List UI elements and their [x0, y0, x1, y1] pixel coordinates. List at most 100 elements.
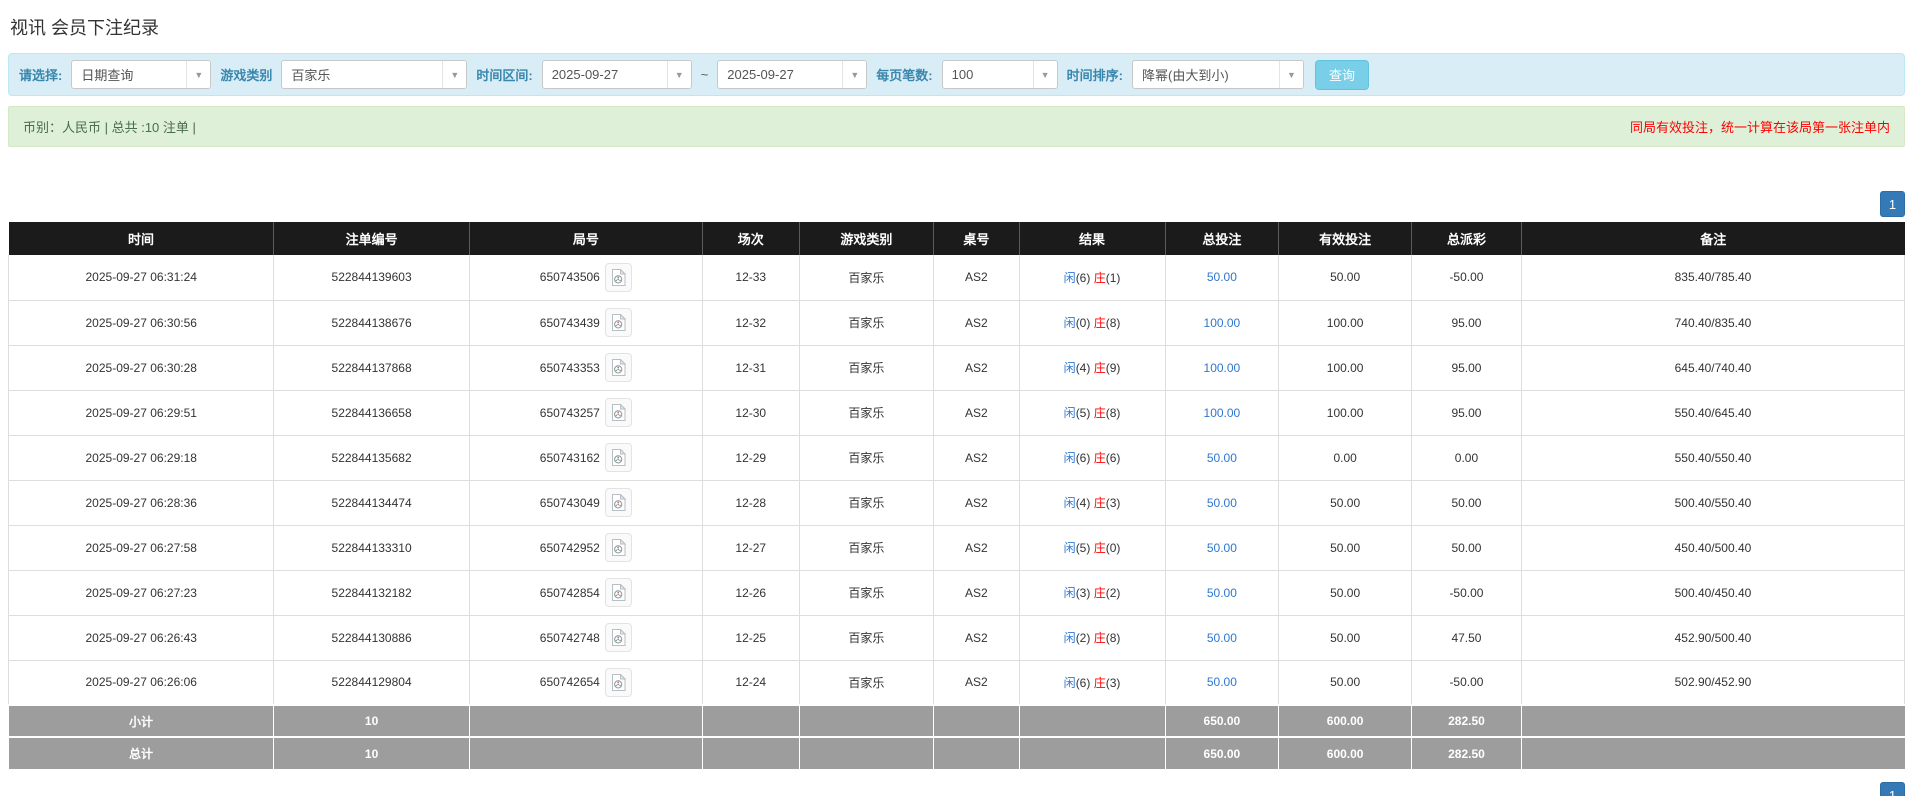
total-bet-link[interactable]: 50.00 [1207, 496, 1237, 510]
col-header-result: 结果 [1019, 222, 1165, 255]
cell-bet-id: 522844132182 [274, 570, 469, 615]
cell-table: AS2 [934, 255, 1019, 300]
total-bet-link[interactable]: 50.00 [1207, 675, 1237, 689]
subtotal-row-game-type [799, 705, 934, 737]
sort-order-label: 时间排序: [1067, 65, 1123, 84]
result-banker-count: (8) [1106, 631, 1121, 645]
cell-time: 2025-09-27 06:26:06 [9, 660, 274, 705]
date-to-select[interactable]: 2025-09-27 ▼ [717, 60, 867, 89]
query-type-select[interactable]: 日期查询 ▼ [71, 60, 211, 89]
result-banker-label: 庄 [1094, 361, 1106, 375]
cell-game-type: 百家乐 [799, 660, 934, 705]
video-record-button[interactable] [605, 308, 632, 337]
cell-valid-bet: 0.00 [1279, 435, 1412, 480]
result-banker-label: 庄 [1094, 451, 1106, 465]
video-record-button[interactable] [605, 578, 632, 607]
total-bet-link[interactable]: 100.00 [1204, 316, 1241, 330]
subtotal-row-payout: 282.50 [1411, 705, 1521, 737]
chevron-down-icon: ▼ [842, 61, 866, 88]
total-row-time: 总计 [9, 737, 274, 769]
total-bet-link[interactable]: 50.00 [1207, 586, 1237, 600]
video-record-button[interactable] [605, 443, 632, 472]
total-row-note [1521, 737, 1904, 769]
total-bet-link[interactable]: 50.00 [1207, 270, 1237, 284]
cell-round-id: 650742654 [469, 660, 702, 705]
total-bet-link[interactable]: 50.00 [1207, 631, 1237, 645]
cell-game-type: 百家乐 [799, 480, 934, 525]
cell-valid-bet: 50.00 [1279, 525, 1412, 570]
result-player-count: (2) [1076, 631, 1094, 645]
col-header-table: 桌号 [934, 222, 1019, 255]
cell-round-id: 650743049 [469, 480, 702, 525]
col-header-session: 场次 [702, 222, 799, 255]
subtotal-row-session [702, 705, 799, 737]
cell-game-type: 百家乐 [799, 570, 934, 615]
game-type-value: 百家乐 [282, 61, 442, 88]
total-bet-link[interactable]: 50.00 [1207, 541, 1237, 555]
cell-round-id: 650743162 [469, 435, 702, 480]
result-player-label: 闲 [1064, 496, 1076, 510]
pagination-top: 1 [8, 191, 1905, 217]
file-video-icon [611, 314, 626, 331]
cell-game-type: 百家乐 [799, 345, 934, 390]
cell-time: 2025-09-27 06:27:23 [9, 570, 274, 615]
cell-total-bet: 50.00 [1165, 435, 1279, 480]
cell-session: 12-28 [702, 480, 799, 525]
cell-bet-id: 522844137868 [274, 345, 469, 390]
cell-total-bet: 50.00 [1165, 570, 1279, 615]
table-row: 2025-09-27 06:26:43522844130886650742748… [9, 615, 1905, 660]
game-type-select[interactable]: 百家乐 ▼ [281, 60, 467, 89]
cell-result: 闲(2) 庄(8) [1019, 615, 1165, 660]
video-record-button[interactable] [605, 668, 632, 697]
cell-total-bet: 50.00 [1165, 615, 1279, 660]
page-title: 视讯 会员下注纪录 [10, 14, 1905, 40]
col-header-round-id: 局号 [469, 222, 702, 255]
cell-time: 2025-09-27 06:31:24 [9, 255, 274, 300]
date-range-label: 时间区间: [476, 65, 532, 84]
cell-bet-id: 522844133310 [274, 525, 469, 570]
total-bet-link[interactable]: 50.00 [1207, 451, 1237, 465]
col-header-game-type: 游戏类别 [799, 222, 934, 255]
total-bet-link[interactable]: 100.00 [1204, 361, 1241, 375]
page-size-select[interactable]: 100 ▼ [942, 60, 1058, 89]
cell-time: 2025-09-27 06:30:56 [9, 300, 274, 345]
file-video-icon [611, 359, 626, 376]
cell-game-type: 百家乐 [799, 525, 934, 570]
page-1-button[interactable]: 1 [1880, 782, 1905, 796]
page-size-value: 100 [943, 61, 1033, 88]
round-id-text: 650743439 [540, 316, 600, 330]
page-1-button[interactable]: 1 [1880, 191, 1905, 217]
total-bet-link[interactable]: 100.00 [1204, 406, 1241, 420]
search-button[interactable]: 查询 [1315, 60, 1369, 90]
cell-result: 闲(5) 庄(8) [1019, 390, 1165, 435]
subtotal-row-valid-bet: 600.00 [1279, 705, 1412, 737]
total-row-round-id [469, 737, 702, 769]
video-record-button[interactable] [605, 488, 632, 517]
date-from-select[interactable]: 2025-09-27 ▼ [542, 60, 692, 89]
video-record-button[interactable] [605, 398, 632, 427]
total-row-valid-bet: 600.00 [1279, 737, 1412, 769]
sort-order-select[interactable]: 降幂(由大到小) ▼ [1132, 60, 1304, 89]
cell-payout: -50.00 [1411, 570, 1521, 615]
total-row: 总计10650.00600.00282.50 [9, 737, 1905, 769]
video-record-button[interactable] [605, 623, 632, 652]
result-player-count: (5) [1076, 406, 1094, 420]
cell-session: 12-29 [702, 435, 799, 480]
subtotal-row-result [1019, 705, 1165, 737]
cell-table: AS2 [934, 525, 1019, 570]
table-row: 2025-09-27 06:30:56522844138676650743439… [9, 300, 1905, 345]
cell-note: 740.40/835.40 [1521, 300, 1904, 345]
table-header-row: 时间注单编号局号场次游戏类别桌号结果总投注有效投注总派彩备注 [9, 222, 1905, 255]
col-header-bet-id: 注单编号 [274, 222, 469, 255]
betting-records-table: 时间注单编号局号场次游戏类别桌号结果总投注有效投注总派彩备注 2025-09-2… [8, 222, 1905, 769]
video-record-button[interactable] [605, 533, 632, 562]
cell-round-id: 650743506 [469, 255, 702, 300]
table-row: 2025-09-27 06:26:06522844129804650742654… [9, 660, 1905, 705]
page-size-label: 每页笔数: [876, 65, 932, 84]
subtotal-row-time: 小计 [9, 705, 274, 737]
chevron-down-icon: ▼ [1279, 61, 1303, 88]
video-record-button[interactable] [605, 353, 632, 382]
cell-session: 12-30 [702, 390, 799, 435]
date-to-value: 2025-09-27 [718, 61, 842, 88]
video-record-button[interactable] [605, 263, 632, 292]
